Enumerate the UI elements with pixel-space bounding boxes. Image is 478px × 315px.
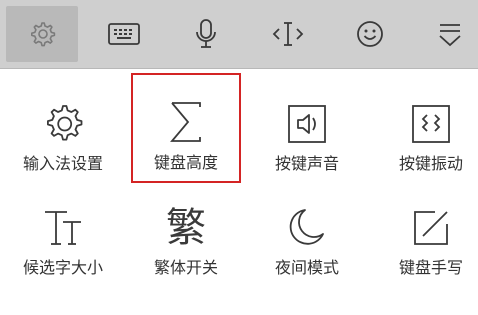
moon-icon	[289, 209, 324, 245]
candidate-size-item[interactable]: 候选字大小	[8, 179, 118, 279]
handwriting-icon	[414, 211, 448, 245]
voice-input-button[interactable]	[170, 6, 242, 62]
settings-grid: 输入法设置 键盘高度 按键声音 按键振动 候选字大小 繁 繁体开关 夜间模式 键…	[0, 69, 478, 315]
microphone-icon	[196, 19, 216, 48]
item-label: 夜间模式	[274, 258, 339, 277]
keyboard-toolbar	[0, 0, 478, 69]
hide-keyboard-button[interactable]	[414, 6, 478, 62]
text-cursor-icon	[272, 22, 304, 46]
item-label: 繁体开关	[153, 258, 218, 277]
night-mode-item[interactable]: 夜间模式	[252, 179, 362, 279]
settings-gear-icon	[31, 22, 56, 47]
traditional-toggle-item[interactable]: 繁 繁体开关	[131, 179, 241, 279]
keyboard-icon	[108, 23, 140, 45]
item-label: 键盘手写	[398, 258, 463, 277]
key-vibration-item[interactable]: 按键振动	[376, 75, 478, 175]
traditional-chinese-icon: 繁	[166, 205, 206, 251]
vibrate-icon	[412, 105, 450, 143]
key-sound-item[interactable]: 按键声音	[252, 75, 362, 175]
keyboard-settings-panel: 输入法设置 键盘高度 按键声音 按键振动 候选字大小 繁 繁体开关 夜间模式 键…	[0, 0, 478, 315]
keyboard-height-item[interactable]: 键盘高度	[131, 73, 241, 183]
emoji-button[interactable]	[334, 6, 406, 62]
emoji-icon	[357, 21, 383, 47]
item-label: 输入法设置	[22, 154, 103, 173]
cursor-move-button[interactable]	[252, 6, 324, 62]
item-label: 按键振动	[398, 154, 463, 173]
item-label: 按键声音	[274, 154, 339, 173]
settings-button[interactable]	[6, 6, 78, 62]
handwriting-item[interactable]: 键盘手写	[376, 179, 478, 279]
item-label: 候选字大小	[22, 258, 103, 277]
sigma-height-icon	[170, 102, 201, 142]
speaker-icon	[288, 105, 326, 143]
item-label: 键盘高度	[153, 153, 218, 172]
gear-icon	[47, 105, 83, 141]
collapse-keyboard-icon	[439, 24, 461, 47]
input-method-settings-item[interactable]: 输入法设置	[8, 75, 118, 175]
keyboard-switch-button[interactable]	[88, 6, 160, 62]
font-size-icon	[45, 211, 81, 245]
